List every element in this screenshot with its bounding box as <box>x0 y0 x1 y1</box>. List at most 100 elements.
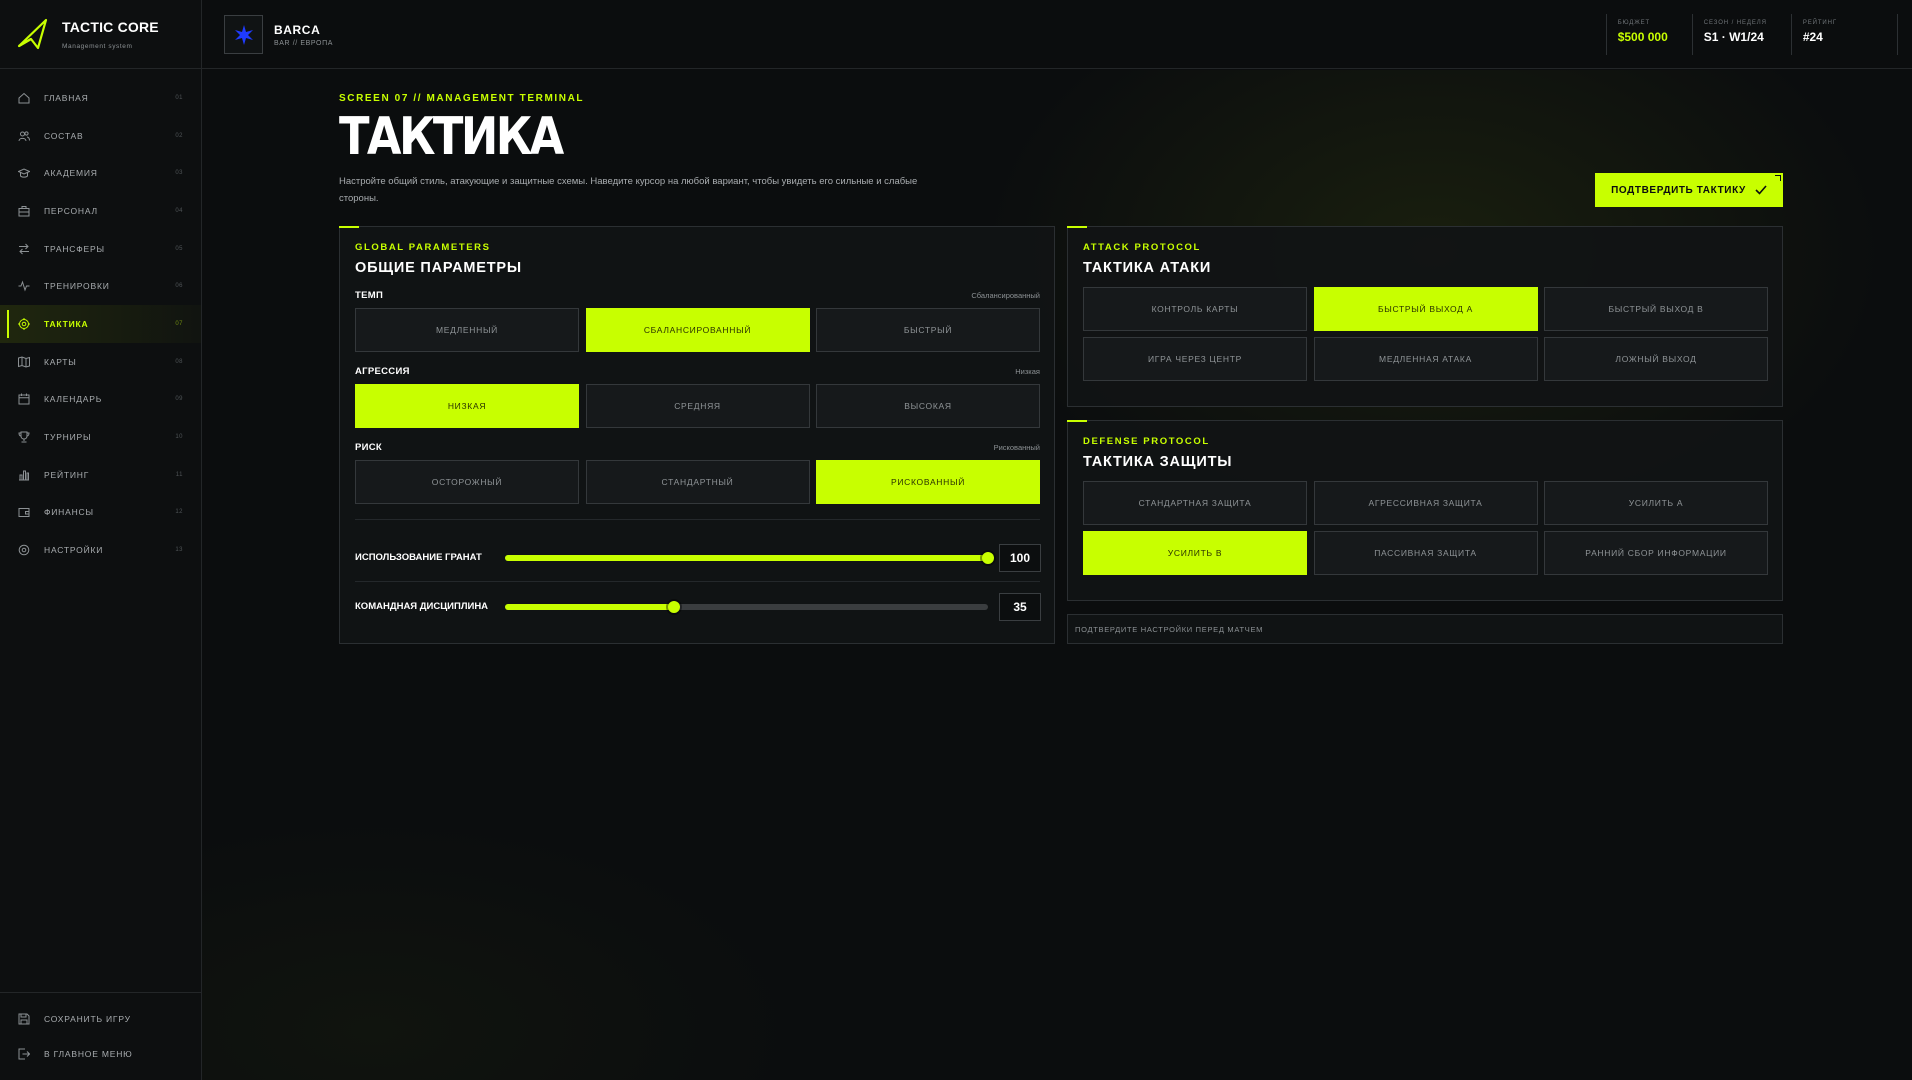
sidebar-bottom: СОХРАНИТЬ ИГРУ В ГЛАВНОЕ МЕНЮ <box>0 992 201 1080</box>
setting-current-value: Рискованный <box>993 443 1040 452</box>
stat-value: $500 000 <box>1617 30 1668 44</box>
defense-option-button[interactable]: СТАНДАРТНАЯ ЗАЩИТА <box>1083 481 1307 525</box>
setting-current-value: Низкая <box>1015 367 1040 376</box>
briefcase-icon <box>18 205 30 217</box>
sidebar-item-6[interactable]: ТАКТИКА 07 <box>0 305 201 343</box>
attack-option-button[interactable]: ИГРА ЧЕРЕЗ ЦЕНТР <box>1083 337 1307 381</box>
team-badge <box>224 15 263 54</box>
setting-label: АГРЕССИЯ <box>355 366 410 377</box>
bar-chart-icon <box>18 469 30 481</box>
panel-title: ОБЩИЕ ПАРАМЕТРЫ <box>355 260 522 276</box>
page-eyebrow: SCREEN 07 // MANAGEMENT TERMINAL <box>339 93 585 104</box>
stat-label: СЕЗОН / НЕДЕЛЯ <box>1703 20 1767 26</box>
sidebar-item-number: 01 <box>175 94 183 101</box>
sidebar-item-12[interactable]: НАСТРОЙКИ 13 <box>0 531 201 569</box>
attack-option-button[interactable]: МЕДЛЕННАЯ АТАКА <box>1313 337 1538 381</box>
sidebar-item-9[interactable]: ТУРНИРЫ 10 <box>0 418 201 456</box>
topbar: BARCA BAR // ЕВРОПА БЮДЖЕТ $500 000 СЕЗО… <box>202 0 1912 69</box>
stat-season: СЕЗОН / НЕДЕЛЯ S1 · W1/24 <box>1691 14 1791 55</box>
sidebar-item-label: ФИНАНСЫ <box>44 507 94 518</box>
calendar-icon <box>18 393 30 405</box>
option-button[interactable]: ВЫСОКАЯ <box>816 384 1040 428</box>
attack-tactics-panel: ATTACK PROTOCOL ТАКТИКА АТАКИ КОНТРОЛЬ К… <box>1067 226 1783 407</box>
attack-option-button[interactable]: КОНТРОЛЬ КАРТЫ <box>1083 287 1307 331</box>
sidebar-item-label: СОХРАНИТЬ ИГРУ <box>44 1013 131 1024</box>
sidebar-item-label: ПЕРСОНАЛ <box>44 205 98 216</box>
divider <box>355 581 1040 582</box>
option-button[interactable]: РИСКОВАННЫЙ <box>816 460 1040 504</box>
save-icon <box>18 1013 30 1025</box>
option-button[interactable]: СБАЛАНСИРОВАННЫЙ <box>585 308 810 352</box>
attack-option-button[interactable]: ЛОЖНЫЙ ВЫХОД <box>1544 337 1768 381</box>
attack-option-button[interactable]: БЫСТРЫЙ ВЫХОД B <box>1544 287 1768 331</box>
confirm-tactic-label: ПОДТВЕРДИТЬ ТАКТИКУ <box>1611 184 1746 196</box>
sidebar-item-label: ТРЕНИРОВКИ <box>44 281 110 292</box>
sidebar-item-3[interactable]: ПЕРСОНАЛ 04 <box>0 192 201 230</box>
sidebar-item-8[interactable]: КАЛЕНДАРЬ 09 <box>0 381 201 419</box>
confirm-tactic-button[interactable]: ПОДТВЕРДИТЬ ТАКТИКУ <box>1595 173 1783 207</box>
activity-icon <box>18 280 30 292</box>
team-name: BARCA <box>274 22 321 37</box>
team-info[interactable]: BARCA BAR // ЕВРОПА <box>224 15 333 54</box>
save-game-button[interactable]: СОХРАНИТЬ ИГРУ <box>0 1001 201 1036</box>
option-button[interactable]: СТАНДАРТНЫЙ <box>585 460 810 504</box>
sidebar-item-11[interactable]: ФИНАНСЫ 12 <box>0 494 201 532</box>
slider-handle[interactable] <box>982 552 994 564</box>
general-parameters-panel: GLOBAL PARAMETERS ОБЩИЕ ПАРАМЕТРЫ ТЕМП Сб… <box>339 226 1055 644</box>
option-button[interactable]: БЫСТРЫЙ <box>816 308 1040 352</box>
sidebar-item-number: 04 <box>175 207 183 214</box>
slider-label: КОМАНДНАЯ ДИСЦИПЛИНА <box>355 601 489 612</box>
slider-track[interactable] <box>505 552 994 564</box>
graduation-cap-icon <box>18 167 30 179</box>
defense-option-button[interactable]: УСИЛИТЬ B <box>1083 531 1307 575</box>
sidebar: TACTIC CORE Management system ГЛАВНАЯ 01 С… <box>0 0 202 1080</box>
sidebar-item-number: 11 <box>175 471 183 478</box>
panel-eyebrow: DEFENSE PROTOCOL <box>1083 436 1210 447</box>
team-region: BAR // ЕВРОПА <box>274 39 333 47</box>
map-icon <box>18 356 30 368</box>
sidebar-nav: ГЛАВНАЯ 01 СОСТАВ 02 АКАДЕМИЯ 03 ПЕРСОНАЛ 04 ТРА… <box>0 0 201 569</box>
slider-handle[interactable] <box>668 601 681 613</box>
sidebar-item-number: 09 <box>175 396 183 403</box>
slider-track[interactable] <box>505 601 988 613</box>
setting-label: РИСК <box>355 442 383 453</box>
sidebar-item-4[interactable]: ТРАНСФЕРЫ 05 <box>0 230 201 268</box>
sidebar-item-2[interactable]: АКАДЕМИЯ 03 <box>0 154 201 192</box>
slider-value-input[interactable]: 100 <box>999 544 1041 572</box>
sidebar-item-0[interactable]: ГЛАВНАЯ 01 <box>0 79 201 117</box>
sidebar-item-5[interactable]: ТРЕНИРОВКИ 06 <box>0 267 201 305</box>
slider-fill <box>505 604 675 610</box>
sidebar-item-1[interactable]: СОСТАВ 02 <box>0 117 201 155</box>
sidebar-item-7[interactable]: КАРТЫ 08 <box>0 343 201 381</box>
sidebar-item-number: 10 <box>175 434 183 441</box>
sidebar-item-label: РЕЙТИНГ <box>44 469 90 480</box>
defense-tactics-panel: DEFENSE PROTOCOL ТАКТИКА ЗАЩИТЫ СТАНДАРТ… <box>1067 420 1783 601</box>
defense-option-button[interactable]: РАННИЙ СБОР ИНФОРМАЦИИ <box>1544 531 1768 575</box>
defense-option-button[interactable]: ПАССИВНАЯ ЗАЩИТА <box>1313 531 1538 575</box>
sidebar-item-label: НАСТРОЙКИ <box>44 545 104 556</box>
sidebar-item-number: 06 <box>175 283 183 290</box>
panel-title: ТАКТИКА ЗАЩИТЫ <box>1083 454 1233 470</box>
stat-budget: БЮДЖЕТ $500 000 <box>1605 14 1692 55</box>
panel-eyebrow: GLOBAL PARAMETERS <box>355 242 491 253</box>
option-button[interactable]: НИЗКАЯ <box>355 384 579 428</box>
setting-label: ТЕМП <box>355 290 384 301</box>
main-menu-button[interactable]: В ГЛАВНОЕ МЕНЮ <box>0 1036 201 1071</box>
stats-bar: БЮДЖЕТ $500 000 СЕЗОН / НЕДЕЛЯ S1 · W1/2… <box>1605 14 1898 55</box>
sidebar-item-label: В ГЛАВНОЕ МЕНЮ <box>44 1048 133 1059</box>
sidebar-item-10[interactable]: РЕЙТИНГ 11 <box>0 456 201 494</box>
option-button[interactable]: СРЕДНЯЯ <box>585 384 810 428</box>
option-button[interactable]: ОСТОРОЖНЫЙ <box>355 460 579 504</box>
slider-value-input[interactable]: 35 <box>999 593 1041 621</box>
sidebar-item-label: КАРТЫ <box>44 356 77 367</box>
attack-option-button[interactable]: БЫСТРЫЙ ВЫХОД A <box>1313 287 1538 331</box>
sidebar-item-label: ТРАНСФЕРЫ <box>44 243 105 254</box>
defense-option-button[interactable]: АГРЕССИВНАЯ ЗАЩИТА <box>1313 481 1538 525</box>
defense-option-button[interactable]: УСИЛИТЬ A <box>1544 481 1768 525</box>
option-button[interactable]: МЕДЛЕННЫЙ <box>355 308 579 352</box>
sidebar-item-number: 13 <box>175 547 183 554</box>
sidebar-item-number: 03 <box>175 170 183 177</box>
sidebar-item-label: СОСТАВ <box>44 130 84 141</box>
stat-rating: РЕЙТИНГ #24 <box>1790 14 1898 55</box>
star-icon <box>234 24 253 45</box>
